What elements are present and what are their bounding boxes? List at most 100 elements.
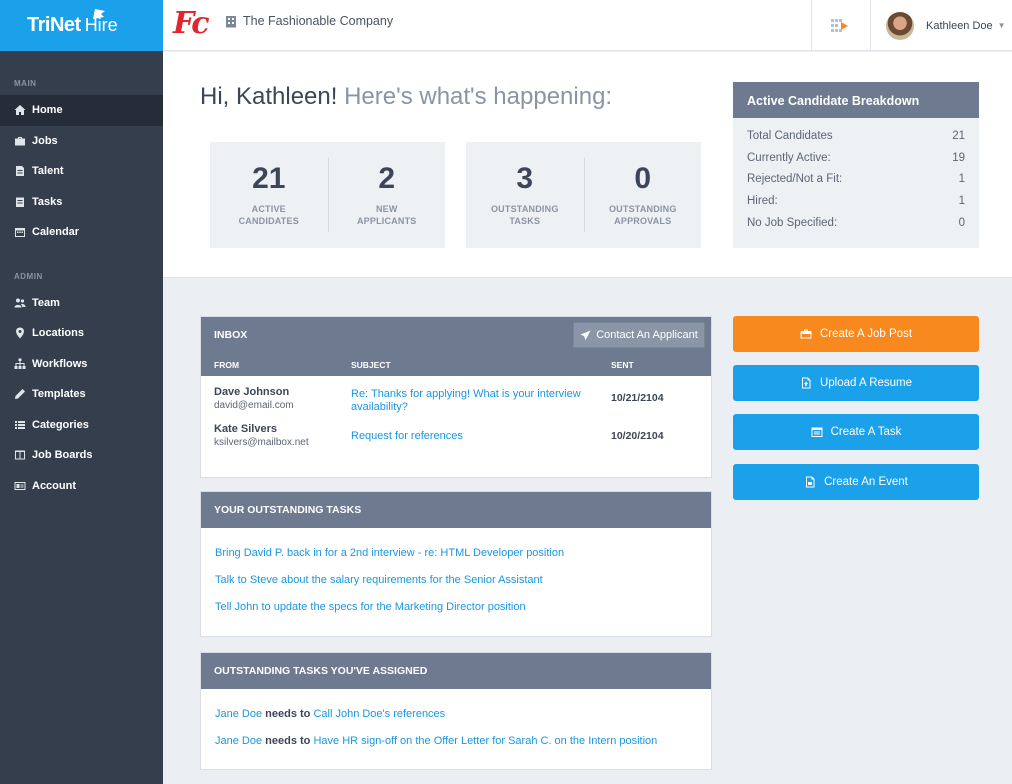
upload-resume-button[interactable]: Upload A Resume [733, 365, 979, 401]
stat-label-line: OUTSTANDING [490, 204, 559, 214]
stat-group-work: 3 OUTSTANDING TASKS 0 OUTSTANDING APPROVAL… [466, 142, 701, 248]
message-sent: 10/20/2104 [611, 430, 664, 442]
assignee-link[interactable]: Jane Doe [215, 735, 262, 747]
breakdown-row: Hired: 1 [733, 190, 979, 212]
create-task-button[interactable]: Create A Task [733, 414, 979, 450]
file-event-icon [806, 476, 815, 488]
message-from: Dave Johnson [214, 386, 290, 398]
action-label: Upload A Resume [819, 377, 913, 389]
send-icon [580, 329, 591, 340]
breakdown-value: 19 [952, 151, 965, 164]
action-label: Create An Event [824, 476, 908, 488]
stat-label-line: APPLICANTS [356, 216, 417, 226]
sidebar-item-job-boards[interactable]: Job Boards [0, 440, 163, 471]
top-bar: Fc The Fashionable Company Kathleen Doe … [163, 0, 1012, 51]
checklist-icon [14, 196, 26, 208]
contact-applicant-button[interactable]: Contact An Applicant [573, 322, 705, 348]
page-title: Hi, Kathleen! Here's what's happening: [200, 83, 612, 111]
breakdown-value: 21 [952, 129, 965, 142]
breakdown-label: Total Candidates [747, 129, 833, 142]
breakdown-value: 0 [958, 217, 965, 230]
apps-button[interactable] [811, 0, 871, 51]
assigned-tasks-card: OUTSTANDING TASKS YOU'VE ASSIGNED Jane D… [200, 652, 712, 770]
stat-new-applicants[interactable]: 2 NEW APPLICANTS [327, 158, 446, 232]
stat-label: ACTIVE CANDIDATES [210, 203, 328, 227]
stat-value: 3 [516, 162, 534, 195]
stat-label: NEW APPLICANTS [329, 203, 446, 227]
breakdown-value: 1 [958, 195, 965, 208]
create-event-button[interactable]: Create An Event [733, 464, 979, 500]
sidebar-item-tasks[interactable]: Tasks [0, 187, 163, 218]
pencil-icon [14, 388, 26, 400]
assigned-task-link[interactable]: Call John Doe's references [313, 708, 445, 720]
inbox-row[interactable]: Dave Johnson david@email.com Re: Thanks … [201, 376, 711, 416]
breakdown-title: Active Candidate Breakdown [733, 82, 979, 118]
map-pin-icon [14, 327, 26, 339]
company-switcher[interactable]: The Fashionable Company [225, 14, 393, 28]
task-link[interactable]: Tell John to update the specs for the Ma… [215, 601, 526, 613]
trinet-hire-logo[interactable]: TriNet Hire [0, 0, 163, 51]
avatar [886, 11, 914, 40]
sidebar-item-locations[interactable]: Locations [0, 318, 163, 349]
calendar-list-icon [811, 427, 823, 437]
assigned-title: OUTSTANDING TASKS YOU'VE ASSIGNED [214, 665, 428, 677]
assigned-task-link[interactable]: Have HR sign-off on the Offer Letter for… [313, 735, 657, 747]
sidebar-item-label: Tasks [32, 195, 63, 208]
stat-outstanding-tasks[interactable]: 3 OUTSTANDING TASKS [466, 158, 584, 232]
greeting-subtitle: Here's what's happening: [344, 83, 613, 110]
message-subject[interactable]: Re: Thanks for applying! What is your in… [351, 388, 581, 414]
inbox-card: INBOX Contact An Applicant FROM SUBJECT … [200, 316, 712, 478]
assigned-task-row: Jane Doe needs to Have HR sign-off on th… [215, 735, 657, 747]
task-link[interactable]: Talk to Steve about the salary requireme… [215, 574, 543, 586]
column-subject: SUBJECT [351, 360, 391, 370]
stat-label-line: CANDIDATES [238, 216, 299, 226]
sidebar-item-categories[interactable]: Categories [0, 410, 163, 441]
sidebar-item-home[interactable]: Home [0, 95, 163, 126]
message-sent: 10/21/2104 [611, 392, 664, 404]
stat-label: OUTSTANDING APPROVALS [585, 203, 702, 227]
stat-active-candidates[interactable]: 21 ACTIVE CANDIDATES [210, 158, 328, 232]
message-from: Kate Silvers [214, 423, 277, 435]
needs-to-text: needs to [265, 708, 311, 720]
stat-group-candidates: 21 ACTIVE CANDIDATES 2 NEW APPLICANTS [210, 142, 445, 248]
stat-value: 0 [634, 162, 652, 195]
column-from: FROM [214, 360, 240, 370]
document-icon [14, 165, 26, 177]
inbox-row[interactable]: Kate Silvers ksilvers@mailbox.net Reques… [201, 416, 711, 453]
briefcase-icon [14, 135, 26, 147]
needs-to-text: needs to [265, 735, 311, 747]
message-subject[interactable]: Request for references [351, 430, 581, 443]
breakdown-label: Hired: [747, 195, 778, 208]
file-upload-icon [801, 377, 811, 389]
breakdown-value: 1 [958, 173, 965, 186]
building-icon [226, 15, 236, 27]
sidebar-item-talent[interactable]: Talent [0, 156, 163, 187]
company-logo[interactable]: Fc [173, 6, 210, 41]
user-menu[interactable]: Kathleen Doe ▼ [871, 0, 1012, 51]
breakdown-label: No Job Specified: [747, 217, 838, 230]
assignee-link[interactable]: Jane Doe [215, 708, 262, 720]
sidebar-item-team[interactable]: Team [0, 288, 163, 319]
sidebar-item-account[interactable]: Account [0, 471, 163, 502]
outstanding-tasks-card: YOUR OUTSTANDING TASKS Bring David P. ba… [200, 491, 712, 637]
sidebar-item-templates[interactable]: Templates [0, 379, 163, 410]
sidebar-item-workflows[interactable]: Workflows [0, 349, 163, 380]
users-icon [14, 297, 26, 309]
task-link[interactable]: Bring David P. back in for a 2nd intervi… [215, 547, 564, 559]
sidebar-item-calendar[interactable]: Calendar [0, 217, 163, 248]
stat-value: 2 [378, 162, 396, 195]
stat-outstanding-approvals[interactable]: 0 OUTSTANDING APPROVALS [583, 158, 702, 232]
create-job-post-button[interactable]: Create A Job Post [733, 316, 979, 352]
flag-icon [93, 9, 105, 19]
calendar-icon [14, 226, 26, 238]
stat-label-line: TASKS [509, 216, 541, 226]
sidebar-item-label: Calendar [32, 226, 80, 239]
tasks-title: YOUR OUTSTANDING TASKS [214, 504, 362, 516]
inbox-header: INBOX Contact An Applicant [201, 317, 711, 353]
sidebar-item-label: Jobs [32, 134, 58, 147]
breakdown-row: Rejected/Not a Fit: 1 [733, 169, 979, 191]
stat-label-line: APPROVALS [614, 216, 672, 226]
briefcase-icon [800, 329, 812, 339]
sidebar-item-jobs[interactable]: Jobs [0, 126, 163, 157]
nav-section-main: MAIN [14, 79, 37, 88]
